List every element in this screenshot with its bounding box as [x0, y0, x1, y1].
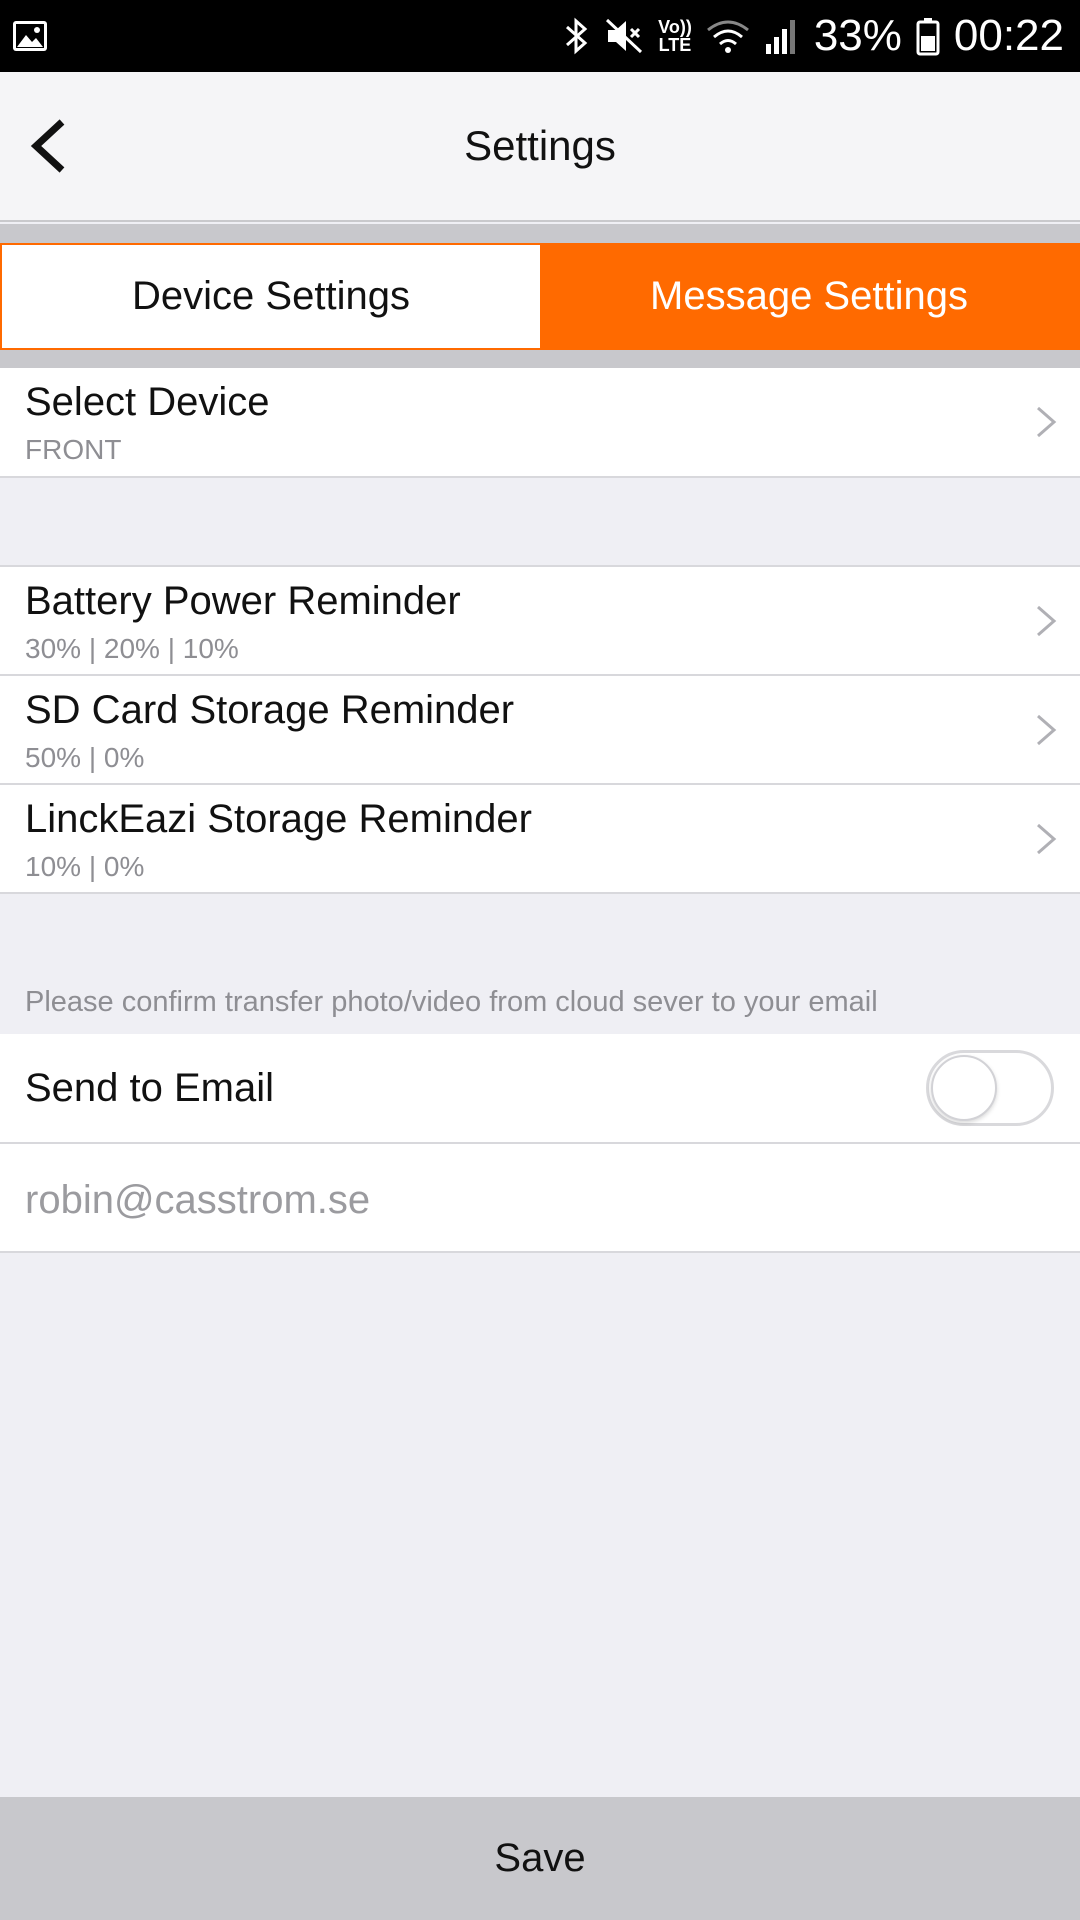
battery-icon: [916, 16, 940, 56]
toggle-knob: [931, 1055, 997, 1121]
save-button[interactable]: Save: [0, 1797, 1080, 1920]
select-device-label: Select Device: [25, 380, 270, 424]
tab-message-settings[interactable]: Message Settings: [540, 245, 1078, 348]
divider: [0, 892, 1080, 894]
battery-reminder-label: Battery Power Reminder: [25, 579, 461, 623]
mute-icon: [604, 16, 644, 56]
email-input[interactable]: [25, 1178, 1025, 1223]
chevron-right-icon: [1037, 823, 1057, 855]
linckeazi-reminder-label: LinckEazi Storage Reminder: [25, 797, 532, 841]
tab-device-settings[interactable]: Device Settings: [2, 245, 540, 348]
chevron-right-icon: [1037, 406, 1057, 438]
battery-percent: 33%: [813, 11, 902, 60]
email-transfer-hint: Please confirm transfer photo/video from…: [25, 986, 878, 1018]
divider: [0, 1251, 1080, 1253]
linckeazi-storage-reminder-row[interactable]: LinckEazi Storage Reminder 10% | 0%: [0, 785, 1080, 893]
wifi-icon: [706, 16, 750, 56]
send-to-email-label: Send to Email: [25, 1066, 275, 1110]
sd-card-storage-reminder-row[interactable]: SD Card Storage Reminder 50% | 0%: [0, 676, 1080, 784]
select-device-value: FRONT: [25, 434, 122, 465]
select-device-row[interactable]: Select Device FRONT: [0, 368, 1080, 476]
page-title: Settings: [464, 122, 616, 169]
gallery-icon: [12, 20, 48, 52]
app-header: Settings: [0, 72, 1080, 222]
chevron-right-icon: [1037, 714, 1057, 746]
signal-icon: [764, 16, 800, 56]
battery-reminder-value: 30% | 20% | 10%: [25, 633, 239, 664]
chevron-right-icon: [1037, 605, 1057, 637]
volte-icon: Vo)) LTE: [658, 17, 692, 55]
settings-tabs: Device Settings Message Settings: [0, 243, 1080, 350]
battery-power-reminder-row[interactable]: Battery Power Reminder 30% | 20% | 10%: [0, 567, 1080, 675]
clock: 00:22: [953, 11, 1064, 60]
sd-card-reminder-label: SD Card Storage Reminder: [25, 688, 515, 732]
sd-card-reminder-value: 50% | 0%: [25, 742, 145, 773]
linckeazi-reminder-value: 10% | 0%: [25, 851, 145, 882]
status-bar: Vo)) LTE 33% 00:22: [0, 0, 1080, 72]
bluetooth-icon: [564, 16, 590, 56]
send-to-email-toggle[interactable]: [926, 1050, 1054, 1126]
divider: [0, 476, 1080, 478]
